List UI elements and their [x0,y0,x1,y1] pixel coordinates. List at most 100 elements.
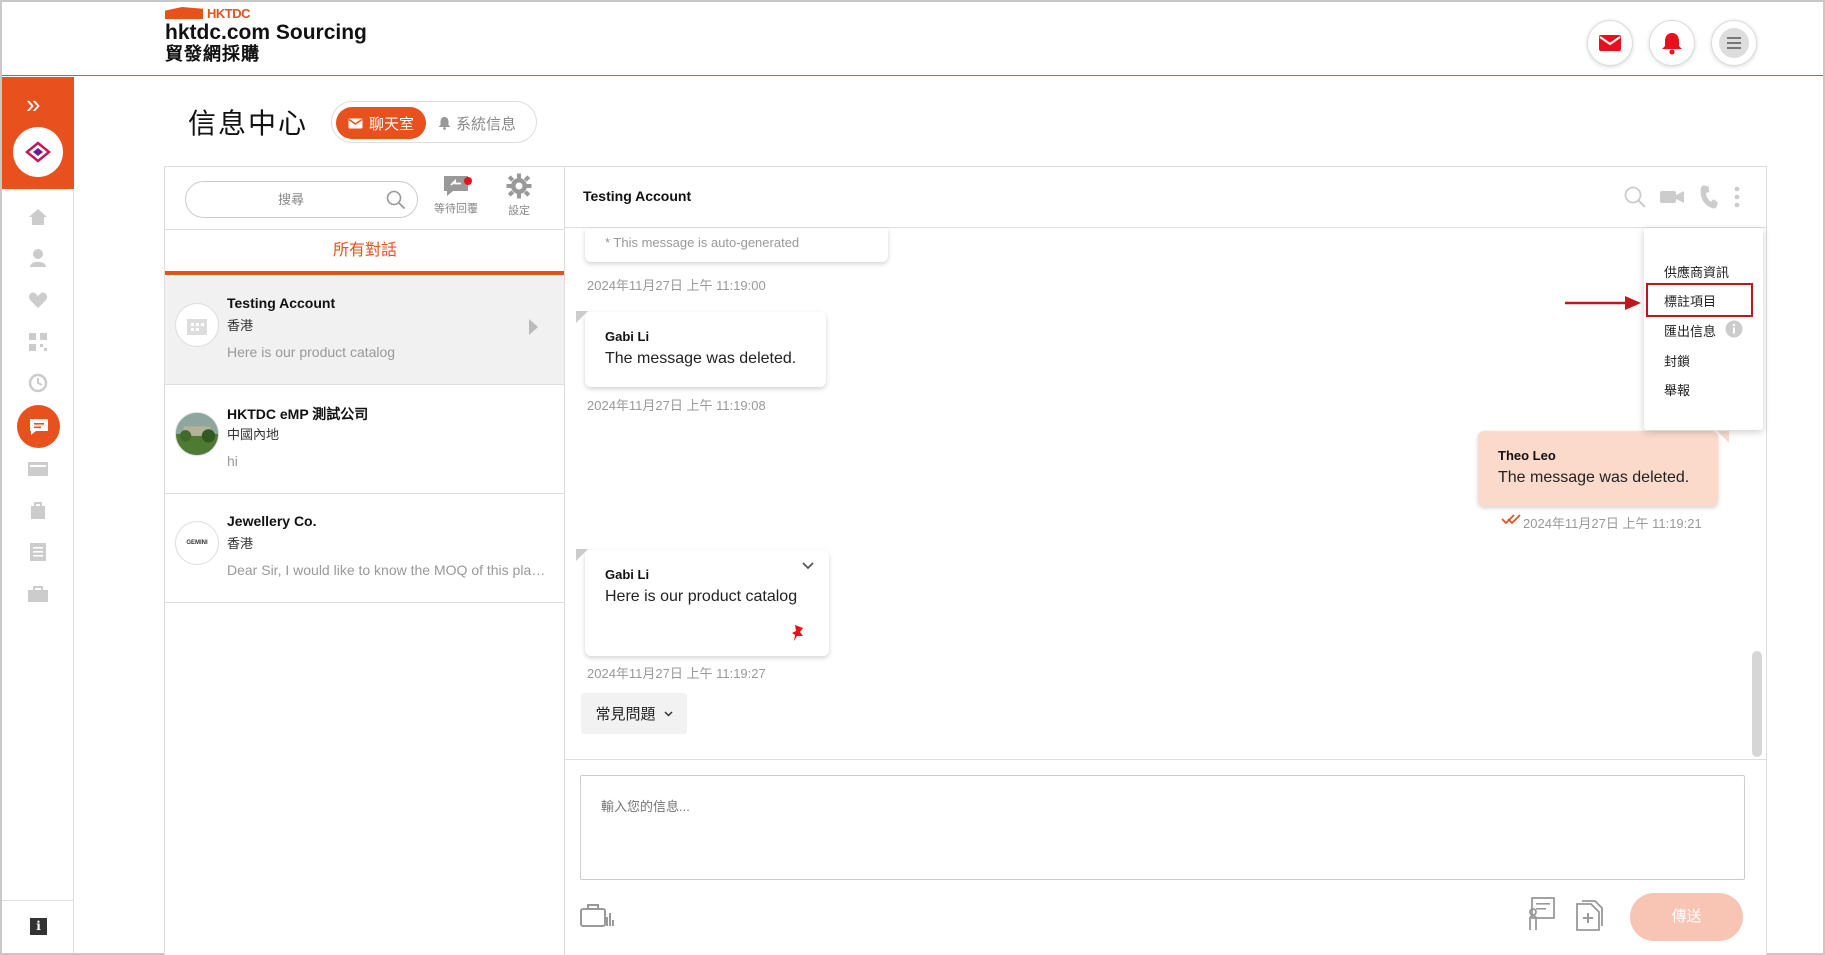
info-icon[interactable]: i [30,918,47,935]
send-button[interactable]: 傳送 [1630,893,1743,941]
chevron-right-icon [529,319,538,335]
card-icon[interactable] [26,457,50,481]
highlight-annotation [1646,283,1753,317]
conversation-last-message: Dear Sir, I would like to know the MOQ o… [227,562,547,578]
mail-button[interactable] [1587,20,1633,66]
tab-chat-room[interactable]: 聊天室 [336,107,426,139]
menu-item-report[interactable]: 舉報 [1664,380,1690,399]
logo-org: HKTDC [207,5,251,21]
hktdc-flag-icon [165,7,203,19]
search-placeholder: 搜尋 [277,192,304,207]
phone-icon[interactable] [1697,185,1721,209]
arrow-right-icon [1565,296,1641,310]
conversation-item[interactable]: GEMINI Jewellery Co. 香港 Dear Sir, I woul… [165,495,565,603]
page-title: 信息中心 [188,108,309,139]
left-sidebar: » i [2,77,74,953]
message-sender: Theo Leo [1498,448,1556,463]
conversation-item[interactable]: HKTDC eMP 測試公司 中國內地 hi [165,386,565,494]
pin-icon [792,625,803,641]
menu-button[interactable] [1711,20,1757,66]
message-timestamp: 2024年11月27日 上午 11:19:27 [587,666,766,681]
message-bubble[interactable]: * This message is auto-generated [585,229,888,262]
search-icon[interactable] [1623,185,1647,209]
message-timestamp: 2024年11月27日 上午 11:19:21 [1523,516,1702,531]
briefcase-icon[interactable] [26,582,50,606]
read-receipt-icon [1501,514,1521,525]
logo-subtitle: 貿發網採購 [165,44,260,64]
sidebar-top: » [2,77,74,189]
bag-icon[interactable] [26,498,50,522]
message-bubble-own[interactable]: Theo Leo The message was deleted. [1478,431,1718,506]
search-input[interactable]: 搜尋 [185,181,418,218]
message-text: The message was deleted. [1498,469,1690,486]
conversation-last-message: Here is our product catalog [227,344,396,360]
bell-icon [1662,33,1682,55]
bell-icon [438,117,451,130]
chat-header: Testing Account [565,167,1766,228]
faq-button[interactable]: 常見問題 [581,693,687,734]
more-vertical-icon[interactable] [1733,185,1741,209]
pending-reply-button[interactable]: 等待回覆 [430,173,482,216]
briefcase-chart-icon[interactable] [580,901,614,929]
message-bubble[interactable]: Gabi Li Here is our product catalog [585,550,829,656]
list-icon[interactable] [26,540,50,564]
expand-icon[interactable]: » [26,91,40,117]
message-timestamp: 2024年11月27日 上午 11:19:08 [587,398,766,413]
company-avatar[interactable] [13,127,63,177]
message-sender: Gabi Li [605,329,650,344]
scrollbar[interactable] [1752,651,1762,757]
notification-button[interactable] [1649,20,1695,66]
tab-system-messages[interactable]: 系統信息 [438,107,533,139]
search-icon[interactable] [386,190,406,210]
chat-options-menu: 供應商資訊 標註項目 匯出信息 封鎖 舉報 [1644,228,1763,430]
home-icon[interactable] [26,205,50,229]
tab-chat-label: 聊天室 [368,115,414,133]
hktdc-logo[interactable]: HKTDC hktdc.com Sourcing 貿發網採購 [165,6,367,64]
message-bubble[interactable]: Gabi Li The message was deleted. [585,312,826,387]
logo-title: hktdc.com Sourcing [165,21,367,44]
add-file-icon[interactable] [1575,900,1603,932]
conversation-list-panel: 搜尋 等待回覆 設定 所有對話 Testing Account 香港 Here … [164,166,565,955]
chat-title: Testing Account [583,188,692,204]
message-type-toggle: 聊天室 系統信息 [331,101,537,143]
quote-form-icon[interactable] [1526,896,1556,932]
composer: 傳送 [565,759,1766,955]
chevron-down-icon[interactable] [802,562,814,570]
menu-item-block[interactable]: 封鎖 [1664,351,1690,370]
message-sender: Gabi Li [605,567,650,582]
conversation-name: HKTDC eMP 測試公司 [227,406,369,422]
message-input[interactable] [580,775,1745,880]
conversation-location: 香港 [227,318,254,333]
pending-label: 等待回覆 [434,203,478,215]
message-timestamp: 2024年11月27日 上午 11:19:00 [587,278,766,293]
conversation-name: Jewellery Co. [227,513,317,529]
conversation-last-message: hi [227,453,238,469]
settings-label: 設定 [508,205,530,217]
tab-all-conversations[interactable]: 所有對話 [165,229,565,275]
info-icon[interactable] [1725,320,1743,338]
message-text: Here is our product catalog [605,588,798,605]
conversation-location: 中國內地 [227,427,280,442]
avatar: GEMINI [175,521,219,565]
avatar [175,412,219,456]
mail-icon [1599,35,1621,51]
sidebar-divider [2,900,74,901]
mail-icon [348,118,363,128]
user-icon[interactable] [26,246,50,270]
conversation-item[interactable]: Testing Account 香港 Here is our product c… [165,277,565,385]
menu-item-supplier-info[interactable]: 供應商資訊 [1664,262,1729,281]
company-logo-icon [25,141,51,163]
conversation-name: Testing Account [227,295,336,311]
chat-nav-active[interactable] [17,405,60,448]
settings-button[interactable]: 設定 [493,173,545,218]
message-text: The message was deleted. [605,350,797,367]
qr-icon[interactable] [26,330,50,354]
avatar-label: GEMINI [186,540,208,546]
message-text: * This message is auto-generated [605,235,800,250]
chevron-down-icon [663,710,673,717]
menu-item-export-messages[interactable]: 匯出信息 [1664,321,1716,340]
video-call-icon[interactable] [1659,188,1685,206]
tab-system-label: 系統信息 [456,115,517,133]
heart-icon[interactable] [26,288,50,312]
history-icon[interactable] [26,371,50,395]
